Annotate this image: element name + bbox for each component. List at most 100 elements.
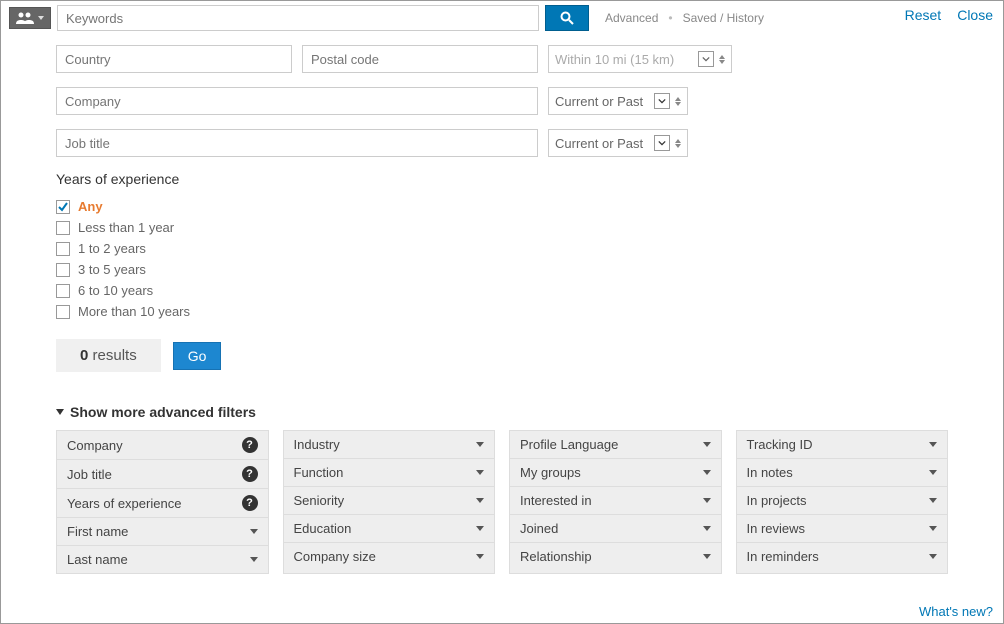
filter-item[interactable]: Job title? [57, 460, 268, 489]
saved-history-link[interactable]: Saved / History [683, 11, 764, 25]
filter-label: My groups [520, 465, 581, 480]
caret-down-icon [703, 554, 711, 559]
experience-option[interactable]: 6 to 10 years [56, 283, 948, 298]
filter-item[interactable]: In reminders [737, 543, 948, 570]
caret-down-icon [476, 526, 484, 531]
search-button[interactable] [545, 5, 589, 31]
filter-label: First name [67, 524, 128, 539]
filter-label: Company [67, 438, 123, 453]
filter-label: Industry [294, 437, 340, 452]
caret-down-icon [929, 554, 937, 559]
checkbox-label: Less than 1 year [78, 220, 174, 235]
checkbox-label: More than 10 years [78, 304, 190, 319]
checkbox-label: 6 to 10 years [78, 283, 153, 298]
filter-item[interactable]: Joined [510, 515, 721, 543]
caret-down-icon [929, 470, 937, 475]
filter-item[interactable]: Seniority [284, 487, 495, 515]
filter-item[interactable]: Education [284, 515, 495, 543]
whats-new-link[interactable]: What's new? [919, 604, 993, 619]
search-icon [560, 11, 574, 25]
filter-item[interactable]: Company size [284, 543, 495, 570]
title-scope-select[interactable]: Current or Past [548, 129, 688, 157]
filter-label: Company size [294, 549, 376, 564]
filter-item[interactable]: Industry [284, 431, 495, 459]
caret-down-icon [703, 526, 711, 531]
filter-label: Profile Language [520, 437, 618, 452]
keywords-input[interactable] [57, 5, 539, 31]
caret-down-icon [929, 498, 937, 503]
caret-down-icon [929, 442, 937, 447]
results-count: 0 results [56, 339, 161, 372]
checkbox[interactable] [56, 221, 70, 235]
filter-item[interactable]: Relationship [510, 543, 721, 570]
show-advanced-toggle[interactable]: Show more advanced filters [56, 404, 948, 420]
experience-option[interactable]: 1 to 2 years [56, 241, 948, 256]
job-title-input[interactable] [56, 129, 538, 157]
checkbox-label: 1 to 2 years [78, 241, 146, 256]
caret-down-icon [703, 470, 711, 475]
checkbox[interactable] [56, 242, 70, 256]
close-link[interactable]: Close [957, 7, 993, 23]
filter-item[interactable]: First name [57, 518, 268, 546]
checkbox[interactable] [56, 284, 70, 298]
caret-down-icon [476, 442, 484, 447]
country-input[interactable] [56, 45, 292, 73]
caret-down-icon [476, 498, 484, 503]
filter-label: Joined [520, 521, 558, 536]
advanced-link[interactable]: Advanced [605, 11, 658, 25]
checkbox-label: 3 to 5 years [78, 262, 146, 277]
scrollbar[interactable] [997, 1, 1003, 623]
go-button[interactable]: Go [173, 342, 222, 370]
stepper-icon [719, 55, 725, 64]
postal-code-input[interactable] [302, 45, 538, 73]
company-scope-select[interactable]: Current or Past [548, 87, 688, 115]
experience-option[interactable]: More than 10 years [56, 304, 948, 319]
filter-label: Job title [67, 467, 112, 482]
separator-dot: • [668, 11, 672, 25]
title-scope-value: Current or Past [555, 136, 643, 151]
filter-item[interactable]: Years of experience? [57, 489, 268, 518]
filter-item[interactable]: Function [284, 459, 495, 487]
filter-label: In reminders [747, 549, 819, 564]
filter-label: Seniority [294, 493, 345, 508]
help-icon[interactable]: ? [242, 495, 258, 511]
chevron-down-icon [654, 93, 670, 109]
reset-link[interactable]: Reset [905, 7, 942, 23]
filter-item[interactable]: In reviews [737, 515, 948, 543]
caret-down-icon [476, 470, 484, 475]
company-input[interactable] [56, 87, 538, 115]
filter-item[interactable]: Tracking ID [737, 431, 948, 459]
caret-down-icon [929, 526, 937, 531]
checkbox[interactable] [56, 263, 70, 277]
chevron-down-icon [698, 51, 714, 67]
checkbox[interactable] [56, 200, 70, 214]
filter-label: Years of experience [67, 496, 181, 511]
checkbox[interactable] [56, 305, 70, 319]
experience-option[interactable]: 3 to 5 years [56, 262, 948, 277]
filter-label: In notes [747, 465, 793, 480]
filter-item[interactable]: In projects [737, 487, 948, 515]
caret-down-icon [703, 498, 711, 503]
filter-label: Interested in [520, 493, 592, 508]
filter-label: Education [294, 521, 352, 536]
caret-down-icon [250, 557, 258, 562]
help-icon[interactable]: ? [242, 466, 258, 482]
filter-label: Tracking ID [747, 437, 813, 452]
filter-item[interactable]: Company? [57, 431, 268, 460]
filter-item[interactable]: Interested in [510, 487, 721, 515]
stepper-icon [675, 97, 681, 106]
filter-item[interactable]: In notes [737, 459, 948, 487]
caret-down-icon [703, 442, 711, 447]
help-icon[interactable]: ? [242, 437, 258, 453]
filter-label: Last name [67, 552, 128, 567]
triangle-down-icon [56, 409, 64, 415]
stepper-icon [675, 139, 681, 148]
filter-item[interactable]: Last name [57, 546, 268, 573]
experience-option[interactable]: Less than 1 year [56, 220, 948, 235]
caret-down-icon [476, 554, 484, 559]
filter-item[interactable]: My groups [510, 459, 721, 487]
distance-select[interactable]: Within 10 mi (15 km) [548, 45, 732, 73]
filter-item[interactable]: Profile Language [510, 431, 721, 459]
people-type-dropdown[interactable] [9, 7, 51, 29]
experience-option[interactable]: Any [56, 199, 948, 214]
